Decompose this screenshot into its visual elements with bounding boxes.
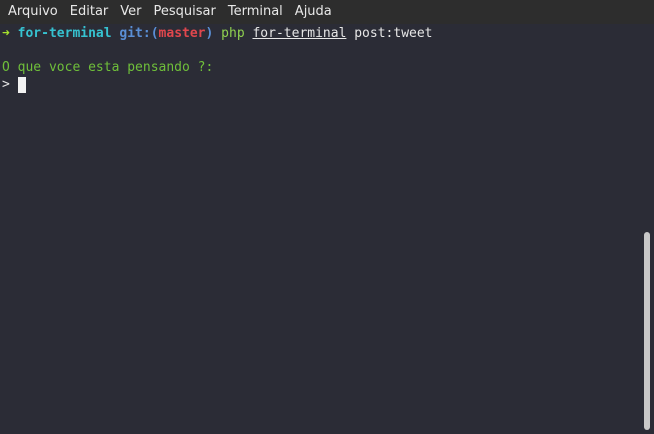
prompt-directory: for-terminal [17,26,112,41]
terminal-window: Arquivo Editar Ver Pesquisar Terminal Aj… [0,0,654,434]
text-cursor [17,76,26,93]
question-line: O que voce esta pensando ?: [2,59,640,76]
menu-ajuda[interactable]: Ajuda [289,0,338,24]
terminal-output-area[interactable]: ➜ for-terminal git:(master) php for-term… [0,24,640,434]
menu-editar[interactable]: Editar [64,0,115,24]
question-text: O que voce esta pensando ?: [2,60,214,75]
input-line[interactable]: > [2,76,640,93]
menu-terminal[interactable]: Terminal [222,0,289,24]
prompt-arrow-icon: ➜ [2,26,10,41]
menu-arquivo[interactable]: Arquivo [2,0,64,24]
prompt-git-branch: master [158,26,206,41]
vertical-scrollbar[interactable] [640,24,654,434]
scrollbar-thumb[interactable] [644,232,650,430]
command-subcommand: post:tweet [354,26,433,41]
prompt-git-label: git:( [119,26,159,41]
input-prompt-symbol: > [2,77,10,92]
command-name: php [221,26,245,41]
menu-bar: Arquivo Editar Ver Pesquisar Terminal Aj… [0,0,654,24]
menu-pesquisar[interactable]: Pesquisar [148,0,222,24]
prompt-line: ➜ for-terminal git:(master) php for-term… [2,25,640,42]
menu-ver[interactable]: Ver [114,0,147,24]
command-argument: for-terminal [252,26,347,41]
prompt-git-close: ) [205,26,214,41]
